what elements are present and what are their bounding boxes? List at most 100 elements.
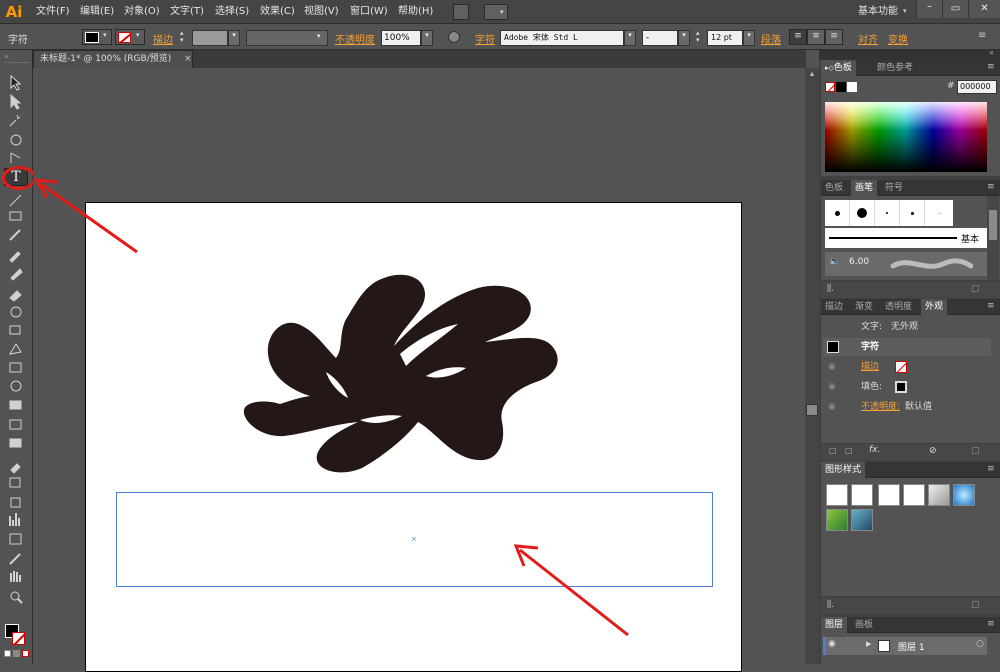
tab-gradient[interactable]: 渐变	[851, 299, 877, 315]
paragraph-label[interactable]: 段落	[761, 31, 781, 46]
chevron-down-icon[interactable]: ▾	[421, 30, 433, 46]
vertical-scrollbar[interactable]: ▴	[805, 68, 819, 664]
close-icon[interactable]: ✕	[968, 0, 1000, 18]
eye-icon[interactable]: ◉	[828, 378, 836, 396]
chevron-down-icon[interactable]: ▾	[678, 30, 690, 46]
align-left-icon[interactable]: ≡	[789, 29, 807, 45]
tab-graphic-styles[interactable]: 图形样式	[821, 462, 866, 478]
no-stroke-icon[interactable]	[895, 361, 907, 373]
white-swatch[interactable]	[847, 82, 857, 92]
brushes-scrollbar[interactable]	[987, 196, 999, 280]
graphic-style-swatch[interactable]	[903, 484, 925, 506]
none-mode-icon[interactable]	[22, 650, 29, 657]
menu-help[interactable]: 帮助(H)	[398, 0, 433, 24]
menu-object[interactable]: 对象(O)	[124, 0, 160, 24]
chevron-down-icon[interactable]: ▾	[624, 30, 636, 46]
panel-menu-icon[interactable]: ≡	[987, 619, 995, 629]
brush-tip[interactable]	[850, 200, 875, 226]
appearance-char-row[interactable]: 字符	[823, 338, 991, 356]
tab-color[interactable]: ▸◇色板	[821, 60, 856, 76]
menu-edit[interactable]: 编辑(E)	[80, 0, 114, 24]
close-icon[interactable]: ×	[184, 51, 192, 68]
appearance-fill-row[interactable]: ◉ 填色:	[823, 378, 991, 396]
tab-transparency[interactable]: 透明度	[881, 299, 916, 315]
menu-type[interactable]: 文字(T)	[170, 0, 204, 24]
chevron-down-icon[interactable]: ▾	[743, 30, 755, 46]
basic-brush-row[interactable]: 基本	[825, 228, 987, 248]
style-library-icon[interactable]: ⫼.	[827, 600, 834, 610]
stroke-swatch[interactable]	[12, 632, 25, 645]
opacity-label[interactable]: 不透明度	[335, 31, 375, 46]
panel-menu-icon[interactable]: ≡	[987, 464, 995, 474]
brush-tip[interactable]	[900, 200, 925, 226]
graphic-style-swatch[interactable]	[953, 484, 975, 506]
brush-library-icon[interactable]: ⫼.	[827, 284, 834, 294]
variable-width-profile[interactable]: ▾	[246, 30, 328, 46]
minimize-icon[interactable]: –	[916, 0, 942, 18]
hex-input[interactable]: 000000	[957, 80, 997, 94]
tab-symbols[interactable]: 符号	[881, 180, 907, 196]
stroke-weight-field[interactable]	[192, 30, 228, 46]
tab-swatches[interactable]: 色板	[821, 180, 847, 196]
stroke-color-swatch[interactable]: ▾	[115, 29, 145, 45]
font-style-field[interactable]: -	[642, 30, 678, 46]
character-label[interactable]: 字符	[475, 31, 495, 46]
graphic-style-swatch[interactable]	[826, 509, 848, 531]
delete-icon[interactable]: ▢	[971, 446, 980, 456]
black-swatch[interactable]	[836, 82, 846, 92]
tab-appearance[interactable]: 外观	[921, 299, 948, 315]
target-icon[interactable]: ○	[976, 639, 984, 649]
expand-triangle-icon[interactable]: ▶	[866, 640, 871, 648]
appearance-stroke-row[interactable]: ◉ 描边	[823, 358, 991, 376]
layer-row[interactable]: ◉ ▶ 图层 1 ○	[823, 637, 987, 655]
clear-icon[interactable]: ⊘	[929, 446, 937, 456]
art-brush-row[interactable]: 🔈 6.00	[825, 252, 987, 276]
tab-brushes[interactable]: 画笔	[851, 180, 878, 196]
color-mode-icon[interactable]	[4, 650, 11, 657]
menu-view[interactable]: 视图(V)	[304, 0, 339, 24]
eye-icon[interactable]: ◉	[828, 639, 836, 649]
tab-artboards[interactable]: 画板	[851, 617, 877, 633]
transform-label[interactable]: 变换	[888, 31, 908, 46]
tab-color-guide[interactable]: 颜色参考	[873, 60, 917, 76]
menu-effect[interactable]: 效果(C)	[260, 0, 295, 24]
none-swatch[interactable]	[825, 82, 835, 92]
graphic-style-swatch[interactable]	[928, 484, 950, 506]
fill-color-swatch[interactable]: ▾	[82, 29, 112, 45]
control-bar-menu-icon[interactable]: ≡	[978, 30, 986, 41]
opacity-field[interactable]: 100%	[381, 30, 421, 46]
document-tab[interactable]: 未标题-1* @ 100% (RGB/预览) ×	[33, 50, 193, 68]
panel-menu-icon[interactable]: ≡	[987, 62, 995, 72]
brush-tip[interactable]	[825, 200, 850, 226]
collapse-icon[interactable]: «	[989, 48, 994, 57]
fill-swatch[interactable]	[895, 381, 907, 393]
align-label[interactable]: 对齐	[858, 31, 878, 46]
arrange-documents-button[interactable]: ▾	[484, 4, 508, 20]
maximize-icon[interactable]: ▭	[942, 0, 968, 18]
menu-file[interactable]: 文件(F)	[36, 0, 70, 24]
graphic-style-swatch[interactable]	[826, 484, 848, 506]
brush-tip[interactable]	[925, 200, 953, 226]
fx-icon[interactable]: fx.	[869, 445, 880, 455]
panel-menu-icon[interactable]: ≡	[987, 182, 995, 192]
chevron-down-icon[interactable]: ▾	[228, 30, 240, 46]
recolor-icon[interactable]	[448, 31, 460, 43]
font-size-field[interactable]: 12 pt	[707, 30, 743, 46]
tab-stroke[interactable]: 描边	[821, 299, 847, 315]
color-spectrum[interactable]	[825, 102, 987, 172]
new-item-icon[interactable]: ▢	[829, 446, 837, 455]
graphic-style-swatch[interactable]	[878, 484, 900, 506]
stroke-label[interactable]: 描边	[153, 31, 173, 46]
appearance-opacity-row[interactable]: ◉ 不透明度: 默认值	[823, 398, 991, 416]
tab-layers[interactable]: 图层	[821, 617, 848, 633]
bridge-button[interactable]	[453, 4, 469, 20]
gradient-mode-icon[interactable]	[13, 650, 20, 657]
align-right-icon[interactable]: ≡	[825, 29, 843, 45]
brush-tip[interactable]	[875, 200, 900, 226]
scroll-thumb[interactable]	[806, 404, 818, 416]
menu-select[interactable]: 选择(S)	[215, 0, 249, 24]
leaf-shape[interactable]	[240, 272, 565, 474]
font-size-stepper[interactable]: ▴ ▾	[696, 30, 700, 44]
panel-menu-icon[interactable]: ≡	[987, 301, 995, 311]
align-center-icon[interactable]: ≡	[807, 29, 825, 45]
